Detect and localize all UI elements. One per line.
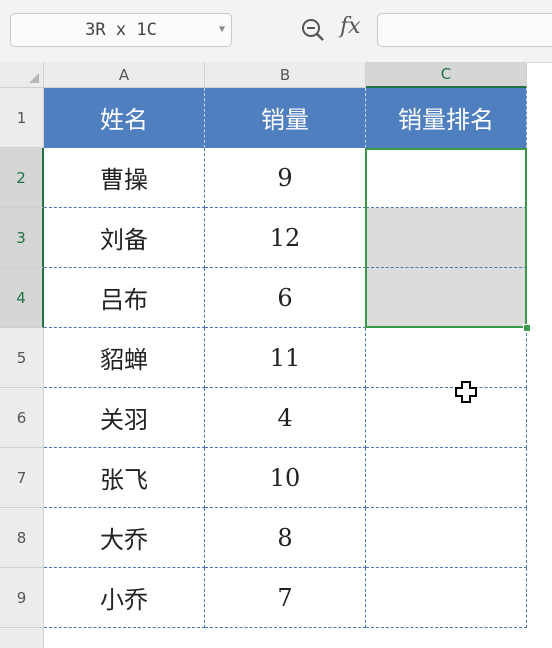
cell-b2[interactable]: 9 bbox=[205, 148, 366, 208]
select-all-triangle-icon bbox=[29, 73, 39, 83]
cell-a7[interactable]: 张飞 bbox=[44, 448, 205, 508]
cell-c7[interactable] bbox=[366, 448, 527, 508]
row-header-filler bbox=[0, 628, 44, 648]
cell-c6[interactable] bbox=[366, 388, 527, 448]
cell-c4[interactable] bbox=[366, 268, 527, 328]
cell-c8[interactable] bbox=[366, 508, 527, 568]
cell-a4[interactable]: 吕布 bbox=[44, 268, 205, 328]
row-header-8[interactable]: 8 bbox=[0, 508, 44, 568]
cell-b5[interactable]: 11 bbox=[205, 328, 366, 388]
row-header-4[interactable]: 4 bbox=[0, 268, 44, 328]
fx-icon[interactable]: fx bbox=[340, 14, 361, 39]
cell-c1[interactable]: 销量排名 bbox=[366, 88, 527, 148]
cell-c3[interactable] bbox=[366, 208, 527, 268]
row-header-3[interactable]: 3 bbox=[0, 208, 44, 268]
cell-a3[interactable]: 刘备 bbox=[44, 208, 205, 268]
cell-cross-cursor-icon bbox=[455, 381, 477, 403]
row-header-5[interactable]: 5 bbox=[0, 328, 44, 388]
column-header-b[interactable]: B bbox=[205, 62, 366, 88]
name-box-value: 3R x 1C bbox=[85, 20, 157, 40]
spreadsheet-app: 3R x 1C ▼ fx A B C 1 2 3 4 5 6 7 8 9 姓名 … bbox=[0, 0, 552, 648]
formula-input[interactable] bbox=[377, 13, 552, 47]
chevron-down-icon[interactable]: ▼ bbox=[219, 24, 225, 35]
row-header-6[interactable]: 6 bbox=[0, 388, 44, 448]
select-all-corner[interactable] bbox=[0, 62, 44, 88]
cell-a2[interactable]: 曹操 bbox=[44, 148, 205, 208]
cell-a9[interactable]: 小乔 bbox=[44, 568, 205, 628]
cell-a6[interactable]: 关羽 bbox=[44, 388, 205, 448]
cell-c2[interactable] bbox=[366, 148, 527, 208]
cell-a8[interactable]: 大乔 bbox=[44, 508, 205, 568]
row-header-2[interactable]: 2 bbox=[0, 148, 44, 208]
formula-bar: 3R x 1C ▼ fx bbox=[0, 0, 552, 63]
row-header-7[interactable]: 7 bbox=[0, 448, 44, 508]
cell-b4[interactable]: 6 bbox=[205, 268, 366, 328]
row-header-9[interactable]: 9 bbox=[0, 568, 44, 628]
cell-b8[interactable]: 8 bbox=[205, 508, 366, 568]
cell-b6[interactable]: 4 bbox=[205, 388, 366, 448]
column-header-c[interactable]: C bbox=[366, 62, 527, 88]
cell-b3[interactable]: 12 bbox=[205, 208, 366, 268]
cell-b9[interactable]: 7 bbox=[205, 568, 366, 628]
cell-a5[interactable]: 貂蝉 bbox=[44, 328, 205, 388]
name-box[interactable]: 3R x 1C ▼ bbox=[10, 13, 232, 47]
cell-c5[interactable] bbox=[366, 328, 527, 388]
cell-c9[interactable] bbox=[366, 568, 527, 628]
fill-handle[interactable] bbox=[523, 324, 531, 332]
column-header-a[interactable]: A bbox=[44, 62, 205, 88]
cell-b1[interactable]: 销量 bbox=[205, 88, 366, 148]
row-header-1[interactable]: 1 bbox=[0, 88, 44, 148]
zoom-out-icon[interactable] bbox=[300, 17, 326, 43]
cell-a1[interactable]: 姓名 bbox=[44, 88, 205, 148]
cell-b7[interactable]: 10 bbox=[205, 448, 366, 508]
